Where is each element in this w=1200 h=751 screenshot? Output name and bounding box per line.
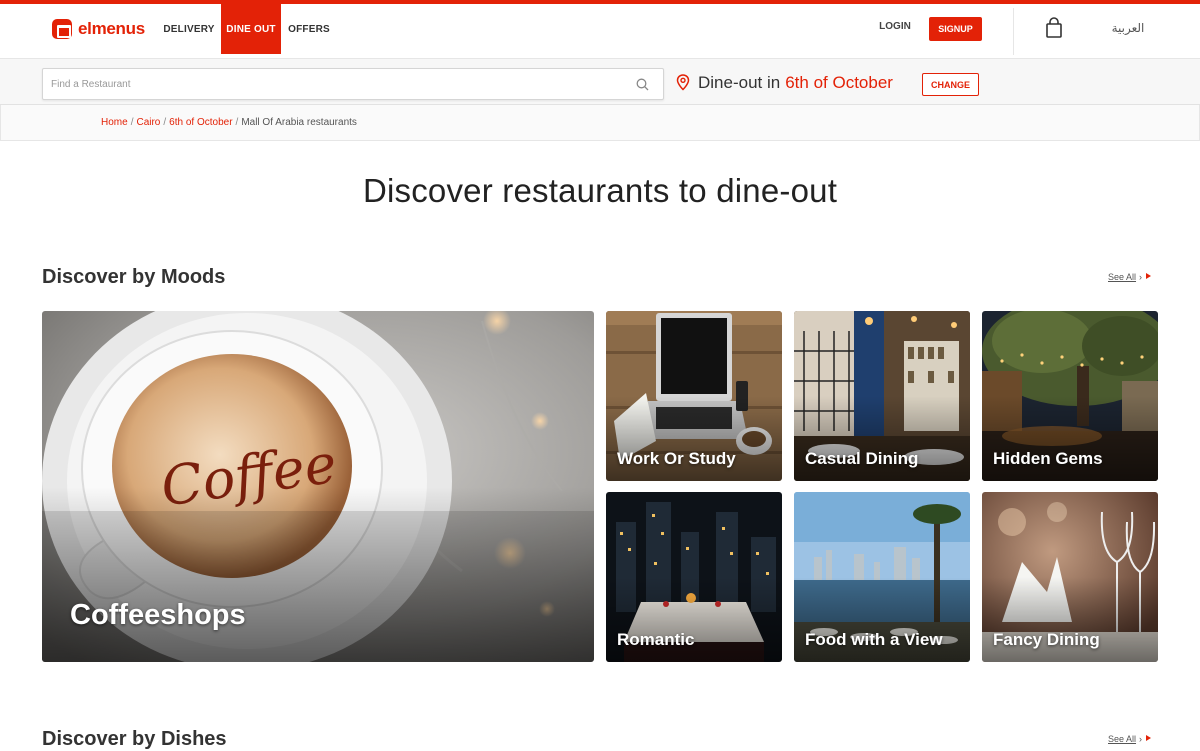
search-icon[interactable] <box>636 78 649 91</box>
moods-section-title: Discover by Moods <box>42 266 226 288</box>
mood-card-coffeeshops[interactable]: Coffee Coffeeshops <box>42 311 594 662</box>
nav-divider <box>1013 8 1014 55</box>
breadcrumb-separator: / <box>235 117 239 128</box>
page-title: Discover restaurants to dine-out <box>362 172 838 209</box>
arrow-right-icon <box>1146 735 1152 741</box>
dishes-section-title: Discover by Dishes <box>42 728 227 750</box>
change-location-button[interactable]: CHANGE <box>922 73 979 96</box>
restaurant-search-box <box>42 68 664 100</box>
mood-card-label: Food with a View <box>805 630 943 649</box>
dineout-prefix: Dine-out in <box>698 73 781 92</box>
mood-card-label: Fancy Dining <box>993 630 1100 649</box>
breadcrumb-bar: Home / Cairo/6th of October / Mall Of Arabia… <box>0 105 1200 141</box>
moods-see-all-link[interactable]: See All › <box>1108 272 1152 282</box>
mood-card-label: Casual Dining <box>805 449 919 468</box>
location-pin-icon <box>676 74 690 91</box>
language-switch-link[interactable]: العربية <box>1100 21 1156 35</box>
tab-dine-out[interactable]: DINE OUT <box>221 4 281 54</box>
selected-city: 6th of October <box>785 73 893 92</box>
logo-text: elmenus <box>78 19 145 38</box>
mood-card-fancy-dining[interactable]: Fancy Dining <box>982 492 1158 662</box>
dineout-location-label: Dine-out in 6th of October <box>698 73 893 93</box>
mood-card-hidden-gems[interactable]: Hidden Gems <box>982 311 1158 481</box>
shopping-bag-icon[interactable] <box>1045 17 1063 39</box>
mood-card-label: Hidden Gems <box>993 449 1103 468</box>
search-bar-section: Dine-out in6th of October CHANGE <box>0 59 1200 105</box>
restaurant-search-input[interactable] <box>51 69 631 99</box>
breadcrumb-separator: / <box>163 117 167 128</box>
card-shade <box>42 486 594 662</box>
breadcrumb-6th-of-october[interactable]: 6th of October <box>169 117 232 128</box>
dishes-see-all-link[interactable]: See All › <box>1108 734 1152 744</box>
breadcrumb-home[interactable]: Home <box>101 117 128 128</box>
mood-card-work-or-study[interactable]: Work Or Study <box>606 311 782 481</box>
chevron-right-icon: › <box>1139 272 1143 282</box>
tab-offers[interactable]: OFFERS <box>284 4 334 54</box>
mood-card-casual-dining[interactable]: Casual Dining <box>794 311 970 481</box>
mood-card-label: Romantic <box>617 630 695 649</box>
arrow-right-icon <box>1146 273 1152 279</box>
login-link[interactable]: LOGIN <box>866 21 924 37</box>
see-all-label: See All <box>1108 734 1137 744</box>
chevron-right-icon: › <box>1139 734 1143 744</box>
mood-card-label: Coffeeshops <box>70 599 246 631</box>
breadcrumb: Home / Cairo/6th of October / Mall Of Arabia… <box>101 117 357 128</box>
tab-delivery[interactable]: DELIVERY <box>160 4 218 54</box>
breadcrumb-cairo[interactable]: Cairo <box>136 117 160 128</box>
logo-icon <box>52 19 72 39</box>
mood-card-label: Work Or Study <box>617 449 736 468</box>
top-navigation: elmenus DELIVERY DINE OUT OFFERS LOGIN S… <box>0 4 1200 59</box>
elmenus-logo[interactable]: elmenus <box>52 17 145 41</box>
see-all-label: See All <box>1108 272 1137 282</box>
mood-card-romantic[interactable]: Romantic <box>606 492 782 662</box>
breadcrumb-separator: / <box>130 117 134 128</box>
mood-card-food-with-a-view[interactable]: Food with a View <box>794 492 970 662</box>
signup-button[interactable]: SIGNUP <box>929 17 982 41</box>
breadcrumb-current: Mall Of Arabia restaurants <box>241 117 357 128</box>
